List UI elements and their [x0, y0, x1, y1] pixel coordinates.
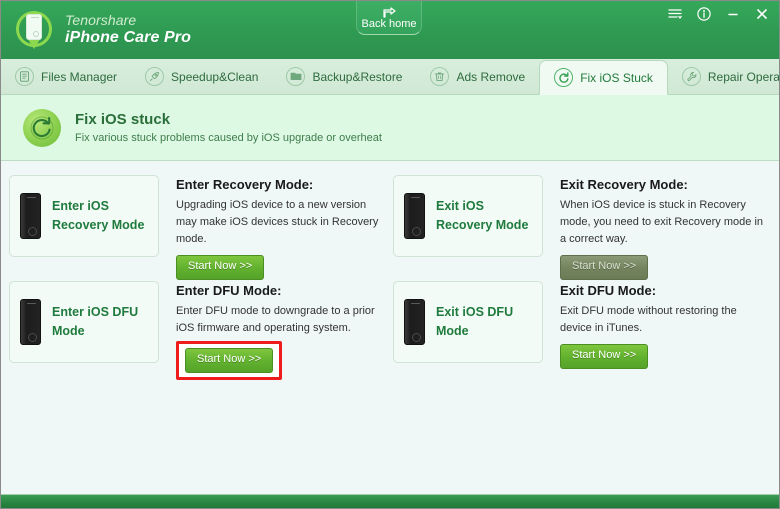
phone-pin-logo-icon — [14, 8, 54, 52]
start-button-wrapper: Start Now >> — [560, 343, 649, 369]
card-description: Enter DFU mode to downgrade to a prior i… — [176, 304, 375, 334]
card-exit-dfu-mode: Exit iOS DFU Mode Exit DFU Mode: Exit DF… — [393, 279, 771, 383]
card-info: Enter DFU Mode: Enter DFU mode to downgr… — [159, 279, 387, 380]
window-controls — [667, 6, 770, 22]
files-manager-icon — [15, 67, 34, 86]
card-exit-recovery-mode: Exit iOS Recovery Mode Exit Recovery Mod… — [393, 173, 771, 280]
trash-icon — [430, 67, 450, 86]
mode-card-grid: Enter iOS Recovery Mode Enter Recovery M… — [9, 173, 771, 383]
device-label: Enter iOS DFU Mode — [52, 304, 139, 338]
start-now-button[interactable]: Start Now >> — [560, 343, 649, 369]
application-window: Tenorshare iPhone Care Pro Back home Fil… — [0, 0, 780, 509]
device-panel[interactable]: Enter iOS DFU Mode — [9, 281, 159, 363]
product-name: iPhone Care Pro — [65, 28, 191, 46]
iphone-icon — [20, 193, 41, 239]
tab-label: Ads Remove — [456, 69, 526, 84]
start-now-button: Start Now >> — [560, 255, 649, 280]
page-title: Fix iOS stuck — [75, 110, 171, 128]
device-label: Enter iOS Recovery Mode — [52, 198, 145, 232]
tab-repair-operating-system[interactable]: Repair Operating System — [668, 59, 780, 94]
card-info: Exit Recovery Mode: When iOS device is s… — [543, 173, 771, 280]
card-title: Exit Recovery Mode: — [560, 177, 688, 192]
start-button-wrapper: Start Now >> — [560, 255, 649, 280]
tab-speedup-clean[interactable]: Speedup&Clean — [131, 59, 272, 94]
card-title: Enter DFU Mode: — [176, 283, 282, 298]
main-content: Enter iOS Recovery Mode Enter Recovery M… — [1, 161, 779, 494]
start-now-button[interactable]: Start Now >> — [176, 255, 265, 280]
tab-label: Repair Operating System — [707, 69, 780, 84]
brand-name: Tenorshare — [65, 12, 137, 29]
iphone-icon — [20, 299, 41, 345]
card-info: Exit DFU Mode: Exit DFU mode without res… — [543, 279, 771, 369]
main-tab-bar: Files Manager Speedup&Clean Backup&Resto… — [1, 59, 779, 95]
refresh-circle-icon — [23, 108, 61, 147]
back-home-label: Back home — [361, 17, 417, 30]
start-button-highlight-box: Start Now >> — [176, 340, 283, 380]
back-home-button[interactable]: Back home — [356, 1, 422, 35]
title-bar: Tenorshare iPhone Care Pro Back home — [1, 1, 779, 59]
refresh-circle-icon — [554, 68, 574, 87]
start-button-wrapper: Start Now >> — [176, 255, 265, 280]
device-label: Exit iOS Recovery Mode — [436, 198, 529, 232]
page-banner: Fix iOS stuck Fix various stuck problems… — [1, 95, 779, 161]
tab-label: Speedup&Clean — [171, 69, 259, 84]
card-enter-dfu-mode: Enter iOS DFU Mode Enter DFU Mode: Enter… — [9, 279, 387, 383]
folder-icon — [286, 67, 306, 86]
menu-lines-icon[interactable] — [667, 6, 683, 22]
wrench-icon — [681, 67, 701, 86]
brand-block: Tenorshare iPhone Care Pro — [1, 1, 191, 59]
status-footer-bar — [1, 494, 779, 508]
tab-label: Backup&Restore — [312, 69, 403, 84]
device-panel[interactable]: Exit iOS Recovery Mode — [393, 175, 543, 257]
device-label: Exit iOS DFU Mode — [436, 304, 514, 338]
tab-files-manager[interactable]: Files Manager — [1, 59, 131, 94]
tab-label: Files Manager — [41, 69, 118, 84]
start-now-button[interactable]: Start Now >> — [185, 347, 274, 373]
card-description: When iOS device is stuck in Recovery mod… — [560, 198, 764, 245]
device-panel[interactable]: Enter iOS Recovery Mode — [9, 175, 159, 257]
close-x-icon[interactable] — [754, 6, 770, 22]
card-title: Exit DFU Mode: — [560, 283, 657, 298]
tab-ads-remove[interactable]: Ads Remove — [416, 59, 539, 94]
tab-backup-restore[interactable]: Backup&Restore — [272, 59, 416, 94]
brand-text: Tenorshare iPhone Care Pro — [65, 12, 191, 47]
rocket-icon — [145, 67, 165, 86]
device-panel[interactable]: Exit iOS DFU Mode — [393, 281, 543, 363]
info-circle-icon[interactable] — [696, 6, 712, 22]
minimize-icon[interactable] — [725, 6, 741, 22]
card-description: Exit DFU mode without restoring the devi… — [560, 304, 737, 334]
banner-text: Fix iOS stuck Fix various stuck problems… — [75, 111, 382, 145]
tab-label: Fix iOS Stuck — [580, 70, 653, 85]
iphone-icon — [404, 193, 425, 239]
back-home-icon — [382, 6, 396, 19]
card-enter-recovery-mode: Enter iOS Recovery Mode Enter Recovery M… — [9, 173, 387, 280]
tab-fix-ios-stuck[interactable]: Fix iOS Stuck — [539, 60, 668, 95]
card-info: Enter Recovery Mode: Upgrading iOS devic… — [159, 173, 387, 280]
page-subtitle: Fix various stuck problems caused by iOS… — [75, 132, 382, 145]
card-description: Upgrading iOS device to a new version ma… — [176, 198, 379, 245]
card-title: Enter Recovery Mode: — [176, 177, 314, 192]
iphone-icon — [404, 299, 425, 345]
